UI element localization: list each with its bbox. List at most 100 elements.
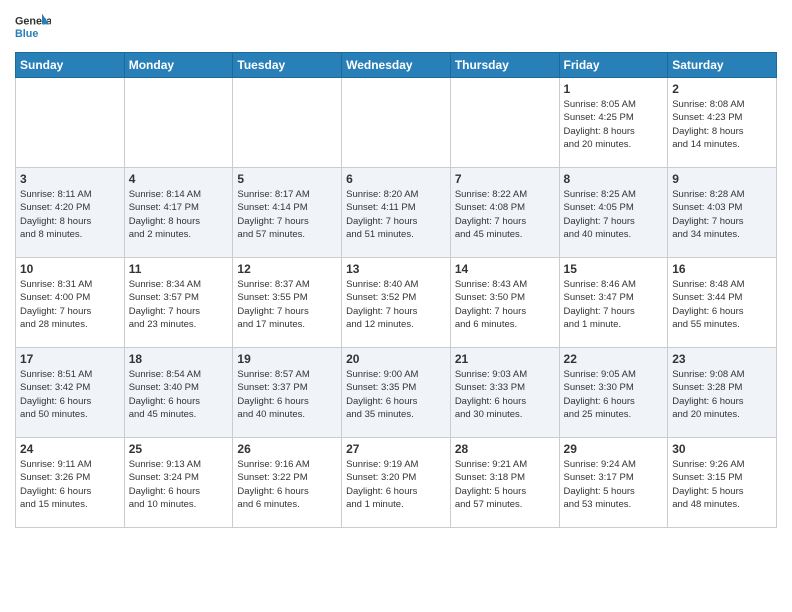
calendar-cell: 22 Sunrise: 9:05 AM Sunset: 3:30 PM Dayli…: [559, 348, 668, 438]
calendar-cell: 28 Sunrise: 9:21 AM Sunset: 3:18 PM Dayli…: [450, 438, 559, 528]
calendar-cell: 29 Sunrise: 9:24 AM Sunset: 3:17 PM Dayli…: [559, 438, 668, 528]
day-info: Sunrise: 8:14 AM Sunset: 4:17 PM Dayligh…: [129, 188, 229, 241]
calendar-cell: 4 Sunrise: 8:14 AM Sunset: 4:17 PM Daylig…: [124, 168, 233, 258]
calendar-cell: 1Sunrise: 8:05 AM Sunset: 4:25 PM Daylig…: [559, 78, 668, 168]
day-number: 15: [564, 262, 664, 276]
day-info: Sunrise: 9:26 AM Sunset: 3:15 PM Dayligh…: [672, 458, 772, 511]
calendar-cell: 20 Sunrise: 9:00 AM Sunset: 3:35 PM Dayli…: [342, 348, 451, 438]
calendar-cell: 7 Sunrise: 8:22 AM Sunset: 4:08 PM Daylig…: [450, 168, 559, 258]
svg-text:Blue: Blue: [15, 28, 38, 40]
day-number: 13: [346, 262, 446, 276]
calendar-cell: 17 Sunrise: 8:51 AM Sunset: 3:42 PM Dayli…: [16, 348, 125, 438]
day-number: 20: [346, 352, 446, 366]
day-number: 22: [564, 352, 664, 366]
calendar-week-1: 1Sunrise: 8:05 AM Sunset: 4:25 PM Daylig…: [16, 78, 777, 168]
weekday-header-tuesday: Tuesday: [233, 53, 342, 78]
day-info: Sunrise: 8:17 AM Sunset: 4:14 PM Dayligh…: [237, 188, 337, 241]
day-number: 14: [455, 262, 555, 276]
day-number: 19: [237, 352, 337, 366]
day-number: 9: [672, 172, 772, 186]
calendar-cell: 5 Sunrise: 8:17 AM Sunset: 4:14 PM Daylig…: [233, 168, 342, 258]
day-number: 30: [672, 442, 772, 456]
calendar-cell: 23 Sunrise: 9:08 AM Sunset: 3:28 PM Dayli…: [668, 348, 777, 438]
day-number: 5: [237, 172, 337, 186]
calendar-cell: 24 Sunrise: 9:11 AM Sunset: 3:26 PM Dayli…: [16, 438, 125, 528]
calendar-cell: 15Sunrise: 8:46 AM Sunset: 3:47 PM Dayli…: [559, 258, 668, 348]
day-number: 25: [129, 442, 229, 456]
day-info: Sunrise: 9:11 AM Sunset: 3:26 PM Dayligh…: [20, 458, 120, 511]
calendar-cell: 14Sunrise: 8:43 AM Sunset: 3:50 PM Dayli…: [450, 258, 559, 348]
day-number: 28: [455, 442, 555, 456]
day-info: Sunrise: 8:54 AM Sunset: 3:40 PM Dayligh…: [129, 368, 229, 421]
day-number: 16: [672, 262, 772, 276]
day-number: 11: [129, 262, 229, 276]
day-info: Sunrise: 8:48 AM Sunset: 3:44 PM Dayligh…: [672, 278, 772, 331]
day-info: Sunrise: 9:08 AM Sunset: 3:28 PM Dayligh…: [672, 368, 772, 421]
calendar-cell: 12 Sunrise: 8:37 AM Sunset: 3:55 PM Dayli…: [233, 258, 342, 348]
day-number: 10: [20, 262, 120, 276]
logo: GeneralBlue: [15, 10, 51, 46]
calendar-cell: [342, 78, 451, 168]
day-number: 12: [237, 262, 337, 276]
day-number: 17: [20, 352, 120, 366]
weekday-header-saturday: Saturday: [668, 53, 777, 78]
weekday-header-thursday: Thursday: [450, 53, 559, 78]
day-info: Sunrise: 8:20 AM Sunset: 4:11 PM Dayligh…: [346, 188, 446, 241]
calendar-cell: 21Sunrise: 9:03 AM Sunset: 3:33 PM Dayli…: [450, 348, 559, 438]
day-info: Sunrise: 8:22 AM Sunset: 4:08 PM Dayligh…: [455, 188, 555, 241]
day-info: Sunrise: 9:05 AM Sunset: 3:30 PM Dayligh…: [564, 368, 664, 421]
day-info: Sunrise: 9:13 AM Sunset: 3:24 PM Dayligh…: [129, 458, 229, 511]
day-number: 23: [672, 352, 772, 366]
day-number: 3: [20, 172, 120, 186]
calendar-cell: 18 Sunrise: 8:54 AM Sunset: 3:40 PM Dayli…: [124, 348, 233, 438]
day-info: Sunrise: 8:37 AM Sunset: 3:55 PM Dayligh…: [237, 278, 337, 331]
calendar-cell: 16 Sunrise: 8:48 AM Sunset: 3:44 PM Dayli…: [668, 258, 777, 348]
day-info: Sunrise: 9:16 AM Sunset: 3:22 PM Dayligh…: [237, 458, 337, 511]
day-number: 26: [237, 442, 337, 456]
day-number: 27: [346, 442, 446, 456]
day-info: Sunrise: 8:51 AM Sunset: 3:42 PM Dayligh…: [20, 368, 120, 421]
calendar-week-3: 10 Sunrise: 8:31 AM Sunset: 4:00 PM Dayli…: [16, 258, 777, 348]
day-number: 18: [129, 352, 229, 366]
day-number: 4: [129, 172, 229, 186]
weekday-header-monday: Monday: [124, 53, 233, 78]
calendar-cell: [124, 78, 233, 168]
day-info: Sunrise: 8:34 AM Sunset: 3:57 PM Dayligh…: [129, 278, 229, 331]
day-info: Sunrise: 8:25 AM Sunset: 4:05 PM Dayligh…: [564, 188, 664, 241]
page-header: GeneralBlue: [15, 10, 777, 46]
day-number: 29: [564, 442, 664, 456]
calendar-cell: 8 Sunrise: 8:25 AM Sunset: 4:05 PM Daylig…: [559, 168, 668, 258]
calendar-cell: [233, 78, 342, 168]
day-number: 6: [346, 172, 446, 186]
calendar-cell: 2 Sunrise: 8:08 AM Sunset: 4:23 PM Daylig…: [668, 78, 777, 168]
day-info: Sunrise: 8:11 AM Sunset: 4:20 PM Dayligh…: [20, 188, 120, 241]
day-number: 8: [564, 172, 664, 186]
day-info: Sunrise: 8:31 AM Sunset: 4:00 PM Dayligh…: [20, 278, 120, 331]
calendar-cell: 13Sunrise: 8:40 AM Sunset: 3:52 PM Dayli…: [342, 258, 451, 348]
calendar-week-5: 24 Sunrise: 9:11 AM Sunset: 3:26 PM Dayli…: [16, 438, 777, 528]
day-number: 1: [564, 82, 664, 96]
day-info: Sunrise: 8:08 AM Sunset: 4:23 PM Dayligh…: [672, 98, 772, 151]
weekday-header-friday: Friday: [559, 53, 668, 78]
day-info: Sunrise: 9:00 AM Sunset: 3:35 PM Dayligh…: [346, 368, 446, 421]
calendar-table: SundayMondayTuesdayWednesdayThursdayFrid…: [15, 52, 777, 528]
weekday-header-wednesday: Wednesday: [342, 53, 451, 78]
calendar-cell: 3 Sunrise: 8:11 AM Sunset: 4:20 PM Daylig…: [16, 168, 125, 258]
calendar-cell: 27 Sunrise: 9:19 AM Sunset: 3:20 PM Dayli…: [342, 438, 451, 528]
calendar-cell: 25 Sunrise: 9:13 AM Sunset: 3:24 PM Dayli…: [124, 438, 233, 528]
weekday-header-row: SundayMondayTuesdayWednesdayThursdayFrid…: [16, 53, 777, 78]
day-info: Sunrise: 8:28 AM Sunset: 4:03 PM Dayligh…: [672, 188, 772, 241]
day-info: Sunrise: 9:19 AM Sunset: 3:20 PM Dayligh…: [346, 458, 446, 511]
day-info: Sunrise: 8:57 AM Sunset: 3:37 PM Dayligh…: [237, 368, 337, 421]
day-info: Sunrise: 9:24 AM Sunset: 3:17 PM Dayligh…: [564, 458, 664, 511]
day-number: 7: [455, 172, 555, 186]
calendar-cell: [16, 78, 125, 168]
day-number: 24: [20, 442, 120, 456]
calendar-cell: 26 Sunrise: 9:16 AM Sunset: 3:22 PM Dayli…: [233, 438, 342, 528]
calendar-cell: 9 Sunrise: 8:28 AM Sunset: 4:03 PM Daylig…: [668, 168, 777, 258]
day-info: Sunrise: 9:21 AM Sunset: 3:18 PM Dayligh…: [455, 458, 555, 511]
day-number: 2: [672, 82, 772, 96]
calendar-week-4: 17 Sunrise: 8:51 AM Sunset: 3:42 PM Dayli…: [16, 348, 777, 438]
calendar-cell: 11 Sunrise: 8:34 AM Sunset: 3:57 PM Dayli…: [124, 258, 233, 348]
calendar-cell: 6 Sunrise: 8:20 AM Sunset: 4:11 PM Daylig…: [342, 168, 451, 258]
